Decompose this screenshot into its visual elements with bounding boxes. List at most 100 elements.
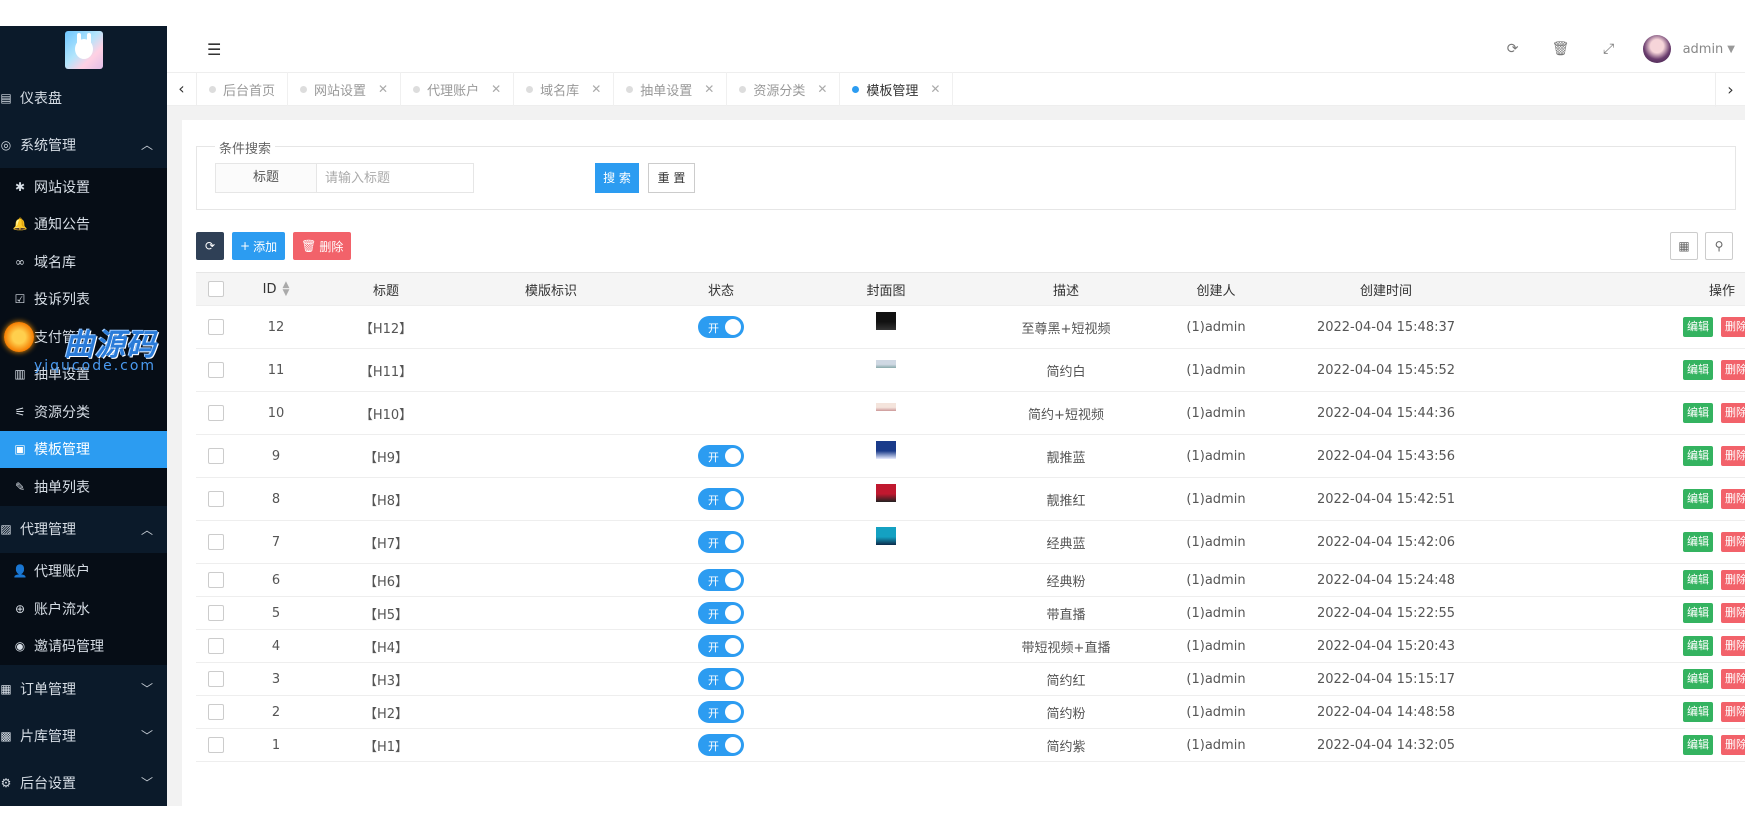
row-delete-button[interactable]: 删除 [1721,735,1745,755]
fullscreen-icon[interactable]: ⤢ [1585,41,1633,57]
edit-button[interactable]: 编辑 [1683,403,1713,423]
caret-down-icon[interactable]: ▼ [1727,44,1735,55]
row-checkbox[interactable] [208,704,224,720]
status-toggle[interactable]: 开 [698,734,744,756]
sidebar-subitem-1-5[interactable]: ▥ 抽单设置 [0,356,167,394]
close-icon[interactable]: ✕ [817,82,827,96]
status-toggle[interactable]: 开 [698,569,744,591]
status-toggle[interactable]: 开 [698,488,744,510]
edit-button[interactable]: 编辑 [1683,532,1713,552]
select-all-checkbox[interactable] [208,281,224,297]
sidebar-item-0[interactable]: ▤ 仪表盘 [0,74,167,121]
row-checkbox[interactable] [208,534,224,550]
row-checkbox[interactable] [208,319,224,335]
row-checkbox[interactable] [208,448,224,464]
delete-button[interactable]: 🗑 删除 [293,232,352,260]
row-checkbox[interactable] [208,572,224,588]
row-delete-button[interactable]: 删除 [1721,570,1745,590]
cover-thumbnail[interactable] [876,360,896,368]
status-toggle[interactable]: 开 [698,635,744,657]
sidebar-subitem-1-0[interactable]: ✱ 网站设置 [0,168,167,206]
cover-thumbnail[interactable] [876,403,896,411]
row-checkbox[interactable] [208,605,224,621]
edit-button[interactable]: 编辑 [1683,636,1713,656]
edit-button[interactable]: 编辑 [1683,570,1713,590]
row-checkbox[interactable] [208,638,224,654]
menu-toggle-icon[interactable]: ☰ [207,40,221,59]
row-delete-button[interactable]: 删除 [1721,360,1745,380]
cover-thumbnail[interactable] [876,441,896,459]
row-delete-button[interactable]: 删除 [1721,446,1745,466]
edit-button[interactable]: 编辑 [1683,360,1713,380]
edit-button[interactable]: 编辑 [1683,603,1713,623]
tab-3[interactable]: 域名库 ✕ [514,72,615,106]
row-delete-button[interactable]: 删除 [1721,669,1745,689]
row-checkbox[interactable] [208,671,224,687]
column-header-0[interactable]: ID ▲ ▼ [236,273,316,305]
status-toggle[interactable]: 开 [698,316,744,338]
sidebar-item-3[interactable]: ▦ 订单管理 ﹀ [0,665,167,712]
sidebar-item-5[interactable]: ⚙ 后台设置 ﹀ [0,759,167,806]
sidebar-subitem-1-8[interactable]: ✎ 抽单列表 [0,468,167,506]
row-delete-button[interactable]: 删除 [1721,532,1745,552]
close-icon[interactable]: ✕ [930,82,940,96]
row-checkbox[interactable] [208,737,224,753]
row-delete-button[interactable]: 删除 [1721,603,1745,623]
status-toggle[interactable]: 开 [698,701,744,723]
status-toggle[interactable]: 开 [698,602,744,624]
edit-button[interactable]: 编辑 [1683,317,1713,337]
row-delete-button[interactable]: 删除 [1721,403,1745,423]
logo[interactable] [0,26,167,74]
cover-thumbnail[interactable] [876,527,896,545]
sidebar-subitem-2-2[interactable]: ◉ 邀请码管理 [0,628,167,666]
tab-6[interactable]: 模板管理 ✕ [840,72,954,106]
status-toggle[interactable]: 开 [698,531,744,553]
row-delete-button[interactable]: 删除 [1721,636,1745,656]
search-button[interactable]: 搜 索 [595,163,639,193]
user-name[interactable]: admin [1683,42,1724,57]
refresh-icon[interactable]: ⟳ [1489,41,1537,57]
status-toggle[interactable]: 开 [698,445,744,467]
edit-button[interactable]: 编辑 [1683,702,1713,722]
sidebar-subitem-1-1[interactable]: 🔔 通知公告 [0,206,167,244]
row-checkbox[interactable] [208,491,224,507]
title-search-input[interactable] [316,163,474,193]
sidebar-subitem-1-3[interactable]: ☑ 投诉列表 [0,281,167,319]
edit-button[interactable]: 编辑 [1683,446,1713,466]
cover-thumbnail[interactable] [876,484,896,502]
close-icon[interactable]: ✕ [491,82,501,96]
tab-next-icon[interactable]: › [1715,73,1745,107]
sidebar-item-4[interactable]: ▩ 片库管理 ﹀ [0,712,167,759]
add-button[interactable]: + 添加 [232,232,286,260]
tab-2[interactable]: 代理账户 ✕ [401,72,515,106]
row-delete-button[interactable]: 删除 [1721,317,1745,337]
columns-toggle-button[interactable]: ▦ [1670,232,1698,260]
tab-1[interactable]: 网站设置 ✕ [288,72,402,106]
refresh-button[interactable]: ⟳ [196,232,224,260]
sidebar-subitem-2-1[interactable]: ⊕ 账户流水 [0,590,167,628]
row-delete-button[interactable]: 删除 [1721,489,1745,509]
sidebar-subitem-1-2[interactable]: ∞ 域名库 [0,243,167,281]
edit-button[interactable]: 编辑 [1683,735,1713,755]
reset-button[interactable]: 重 置 [648,163,695,193]
sort-icon[interactable]: ▲ ▼ [282,281,289,298]
edit-button[interactable]: 编辑 [1683,489,1713,509]
tab-5[interactable]: 资源分类 ✕ [727,72,841,106]
sidebar-subitem-1-6[interactable]: ⚟ 资源分类 [0,393,167,431]
sidebar-item-2[interactable]: ▨ 代理管理 ︿ [0,506,167,553]
sidebar-subitem-1-4[interactable]: ▭ 支付管理 [0,318,167,356]
close-icon[interactable]: ✕ [591,82,601,96]
sidebar-subitem-1-7[interactable]: ▣ 模板管理 [0,430,167,468]
tab-0[interactable]: 后台首页 [197,72,289,106]
close-icon[interactable]: ✕ [704,82,714,96]
advanced-search-button[interactable]: ⚲ [1705,232,1733,260]
sidebar-item-1[interactable]: ◎ 系统管理 ︿ [0,121,167,168]
edit-button[interactable]: 编辑 [1683,669,1713,689]
status-toggle[interactable]: 开 [698,668,744,690]
trash-icon[interactable]: 🗑 [1537,41,1585,57]
cover-thumbnail[interactable] [876,312,896,330]
row-checkbox[interactable] [208,405,224,421]
row-checkbox[interactable] [208,362,224,378]
close-icon[interactable]: ✕ [378,82,388,96]
avatar[interactable] [1642,35,1671,63]
